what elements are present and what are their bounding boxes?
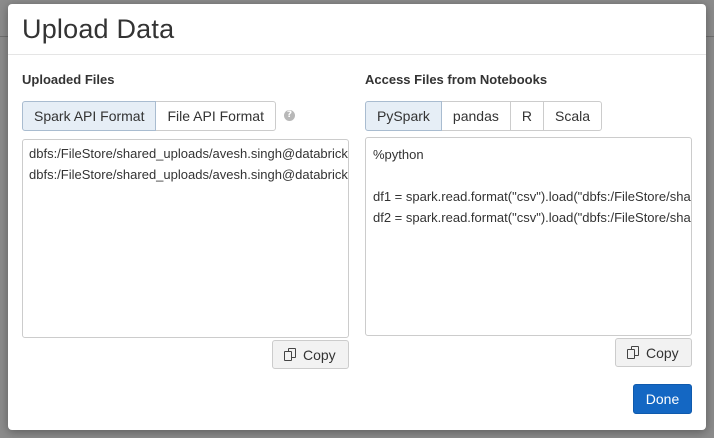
access-files-heading: Access Files from Notebooks [365, 72, 548, 87]
tab-scala[interactable]: Scala [542, 101, 603, 131]
copy-paths-button[interactable]: Copy [272, 340, 349, 369]
code-line: %python [373, 147, 424, 162]
copy-code-button[interactable]: Copy [615, 338, 692, 367]
upload-data-modal: Upload Data Uploaded Files Spark API For… [8, 4, 706, 430]
copy-code-label: Copy [646, 344, 679, 361]
help-icon[interactable]: ? [284, 110, 295, 121]
copy-icon [627, 345, 641, 360]
tab-pyspark[interactable]: PySpark [365, 101, 442, 131]
backdrop-divider-right [706, 36, 714, 37]
backdrop-divider-left [0, 36, 8, 37]
file-path-line: dbfs:/FileStore/shared_uploads/avesh.sin… [29, 167, 349, 182]
notebook-code-block[interactable]: %python df1 = spark.read.format("csv").l… [365, 137, 692, 336]
tab-r[interactable]: R [509, 101, 544, 131]
uploaded-files-paths[interactable]: dbfs:/FileStore/shared_uploads/avesh.sin… [22, 139, 349, 338]
tab-file-api-format[interactable]: File API Format [155, 101, 276, 131]
code-line: df1 = spark.read.format("csv").load("dbf… [373, 189, 691, 204]
tab-pandas[interactable]: pandas [440, 101, 511, 131]
title-divider [8, 54, 706, 55]
done-button[interactable]: Done [633, 384, 692, 414]
copy-icon [284, 347, 298, 362]
modal-title: Upload Data [22, 14, 175, 44]
file-format-toggle: Spark API Format File API Format [22, 101, 276, 131]
file-path-line: dbfs:/FileStore/shared_uploads/avesh.sin… [29, 146, 349, 161]
code-line: df2 = spark.read.format("csv").load("dbf… [373, 210, 691, 225]
copy-paths-label: Copy [303, 346, 336, 363]
uploaded-files-heading: Uploaded Files [22, 72, 115, 87]
tab-spark-api-format[interactable]: Spark API Format [22, 101, 157, 131]
language-toggle: PySpark pandas R Scala [365, 101, 603, 131]
